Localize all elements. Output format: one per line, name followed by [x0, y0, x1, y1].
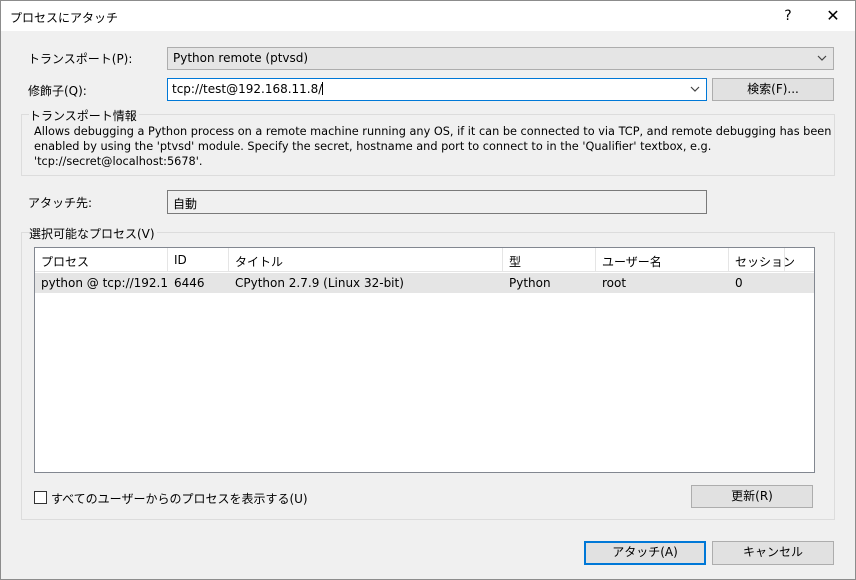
cell-username: root — [602, 276, 627, 290]
attach-to-process-dialog: プロセスにアタッチ ? ✕ トランスポート(P): Python remote … — [0, 0, 856, 580]
cell-type: Python — [509, 276, 551, 290]
close-icon: ✕ — [826, 6, 840, 25]
chevron-down-icon[interactable] — [690, 84, 700, 94]
close-button[interactable]: ✕ — [811, 1, 855, 31]
qualifier-label: 修飾子(Q): — [28, 84, 87, 98]
title-bar: プロセスにアタッチ ? ✕ — [1, 1, 855, 31]
refresh-button[interactable]: 更新(R) — [691, 485, 813, 508]
qualifier-value: tcp://test@192.168.11.8/ — [172, 82, 323, 96]
help-button[interactable]: ? — [766, 1, 810, 31]
process-list[interactable]: プロセス ID タイトル 型 ユーザー名 セッション python @ tcp:… — [34, 247, 815, 473]
transport-dropdown[interactable]: Python remote (ptvsd) — [167, 47, 834, 70]
table-row[interactable]: python @ tcp://192.1... 6446 CPython 2.7… — [35, 273, 814, 293]
column-title[interactable]: タイトル — [229, 248, 503, 272]
attach-button[interactable]: アタッチ(A) — [584, 541, 706, 565]
show-all-users-label[interactable]: すべてのユーザーからのプロセスを表示する(U) — [51, 490, 308, 507]
chevron-down-icon — [817, 55, 827, 61]
cell-session: 0 — [735, 276, 743, 290]
cell-process: python @ tcp://192.1... — [41, 276, 168, 290]
process-list-header: プロセス ID タイトル 型 ユーザー名 セッション — [35, 248, 814, 272]
transport-info-title: トランスポート情報 — [29, 107, 139, 124]
show-all-users-checkbox[interactable] — [34, 491, 47, 504]
cell-id: 6446 — [174, 276, 205, 290]
attach-to-label: アタッチ先: — [28, 196, 93, 210]
cancel-button[interactable]: キャンセル — [712, 541, 834, 565]
transport-label: トランスポート(P): — [28, 52, 133, 66]
column-username[interactable]: ユーザー名 — [596, 248, 729, 272]
transport-info-line-3: 'tcp://secret@localhost:5678'. — [34, 155, 203, 168]
transport-info-line-1: Allows debugging a Python process on a r… — [34, 125, 832, 138]
column-type[interactable]: 型 — [503, 248, 596, 272]
transport-value: Python remote (ptvsd) — [173, 51, 309, 65]
attach-to-value: 自動 — [173, 197, 198, 211]
available-processes-title: 選択可能なプロセス(V) — [29, 225, 157, 242]
window-title: プロセスにアタッチ — [10, 11, 119, 25]
text-caret — [322, 82, 324, 95]
column-process[interactable]: プロセス — [35, 248, 168, 272]
search-button[interactable]: 検索(F)... — [712, 78, 834, 101]
column-session[interactable]: セッション — [729, 248, 795, 272]
qualifier-input[interactable]: tcp://test@192.168.11.8/ — [167, 78, 707, 101]
transport-info-line-2: enabled by using the 'ptvsd' module. Spe… — [34, 140, 712, 153]
cell-title: CPython 2.7.9 (Linux 32-bit) — [235, 276, 404, 290]
attach-to-field[interactable]: 自動 — [167, 190, 707, 214]
column-id[interactable]: ID — [168, 248, 229, 272]
